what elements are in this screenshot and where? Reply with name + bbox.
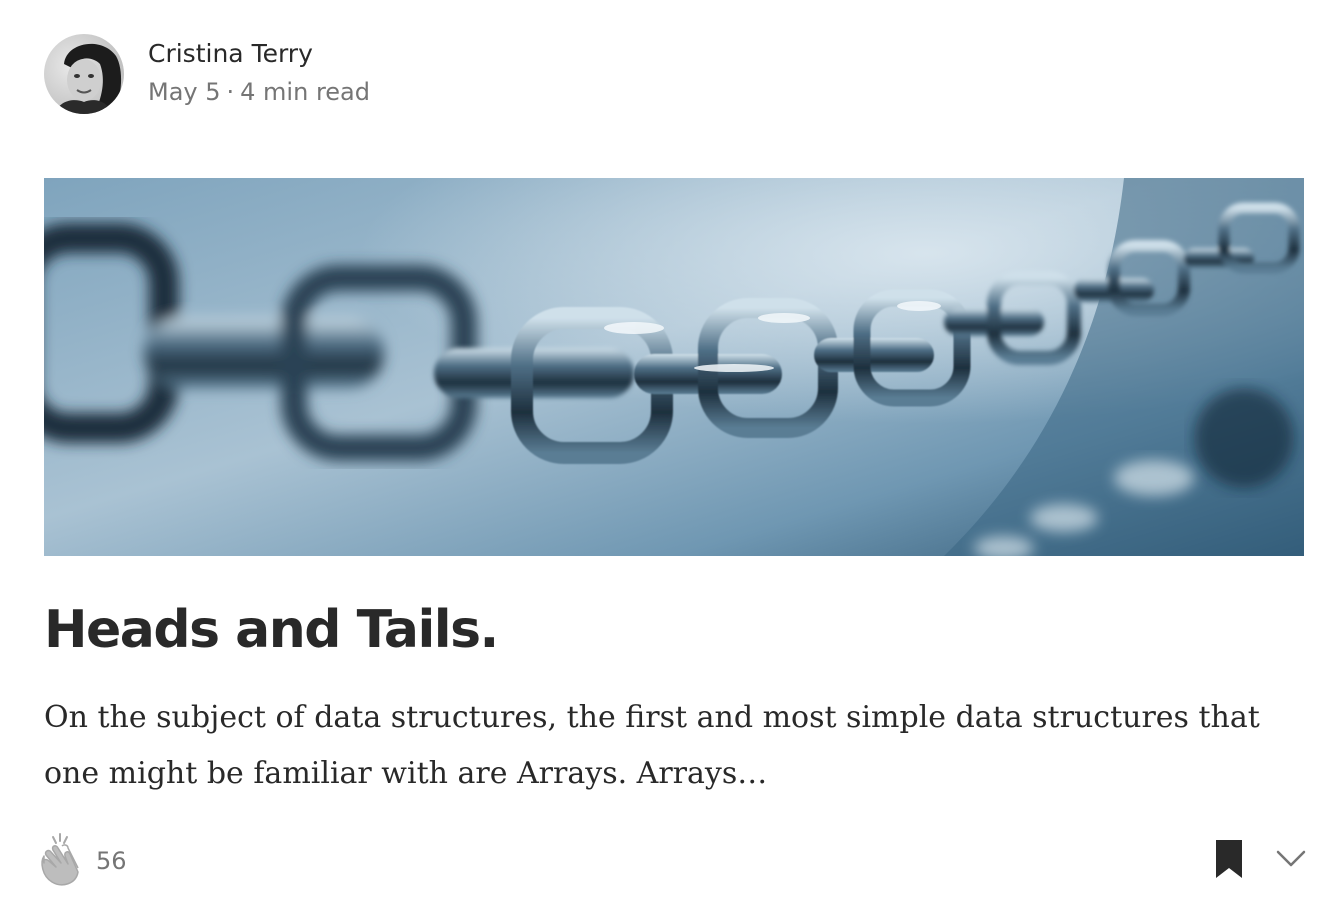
clap-icon[interactable] [34,832,86,888]
bookmark-icon[interactable] [1212,838,1246,880]
author-avatar[interactable] [44,34,124,114]
meta-separator: · [226,78,235,106]
post-date: May 5 [148,78,221,106]
hero-image[interactable] [44,178,1304,556]
post-card: Cristina Terry May 5 · 4 min read Heads … [0,0,1344,918]
author-meta: Cristina Terry May 5 · 4 min read [148,36,370,112]
post-title[interactable]: Heads and Tails. [44,590,499,670]
chevron-down-icon[interactable] [1274,844,1308,872]
clap-count: 56 [96,847,127,875]
author-header: Cristina Terry May 5 · 4 min read [44,34,370,114]
post-actions: 56 [0,828,1344,898]
post-meta: May 5 · 4 min read [148,72,370,112]
post-excerpt[interactable]: On the subject of data structures, the f… [44,690,1284,802]
author-name[interactable]: Cristina Terry [148,36,370,72]
chain-photo [44,178,1304,556]
read-time: 4 min read [240,78,370,106]
